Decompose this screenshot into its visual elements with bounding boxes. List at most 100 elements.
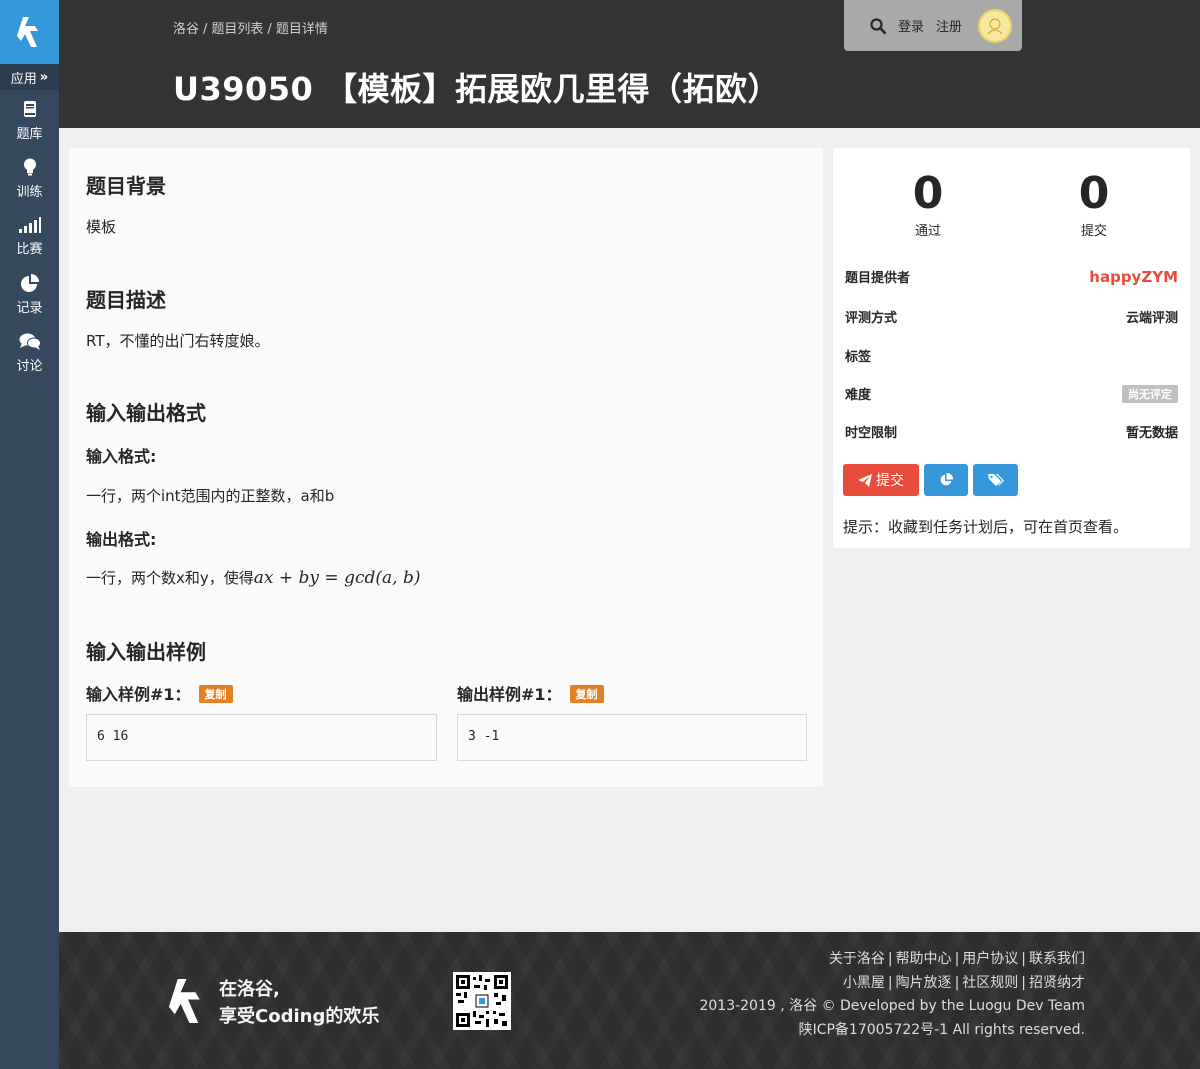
copy-input-button[interactable]: 复制 [198, 685, 233, 703]
output-formula: ax + by = gcd(a, b) [253, 568, 421, 588]
io-format-heading: 输入输出格式 [86, 401, 206, 425]
signal-bars-icon [18, 217, 41, 233]
apps-menu[interactable]: 应用 » [0, 64, 59, 90]
footer-link-agreement[interactable]: 用户协议 [962, 951, 1018, 967]
breadcrumb-problem-list[interactable]: 题目列表 [211, 22, 263, 37]
login-link[interactable]: 登录 [898, 16, 924, 35]
footer-link-rules[interactable]: 社区规则 [962, 975, 1018, 991]
avatar[interactable] [978, 8, 1013, 43]
background-heading: 题目背景 [86, 174, 166, 198]
sidebar-item-discuss[interactable]: 讨论 [0, 324, 59, 382]
footer-copyright: 2013-2019 , 洛谷 © Developed by the Luogu … [699, 998, 1085, 1014]
qr-code [453, 972, 511, 1030]
sidebar-item-problems[interactable]: 题库 [0, 92, 59, 150]
register-link[interactable]: 注册 [936, 16, 962, 35]
page-title: U39050 【模板】拓展欧几里得（拓欧） [173, 70, 780, 108]
input-format-text: 一行，两个int范围内的正整数，a和b [86, 487, 335, 505]
difficulty-badge: 尚无评定 [1122, 384, 1178, 403]
sidebar-item-label: 记录 [16, 301, 43, 316]
footer-links: 关于洛谷 | 帮助中心 | 用户协议 | 联系我们 小黑屋 | 陶片放逐 | 社区规则 | 招贤纳才 2… [699, 948, 1085, 1042]
tags-label: 标签 [845, 350, 872, 365]
footer-link-ostracism[interactable]: 陶片放逐 [896, 975, 952, 991]
luogu-logo-icon [16, 17, 38, 47]
breadcrumb-home[interactable]: 洛谷 [173, 22, 199, 37]
input-sample-heading: 输入样例#1： 复制 [86, 681, 233, 705]
input-sample-box[interactable]: 6 16 [86, 714, 437, 761]
sidebar-item-label: 比赛 [16, 242, 43, 257]
sidebar-item-contests[interactable]: 比赛 [0, 208, 59, 266]
submit-button[interactable]: 提交 [843, 464, 919, 496]
difficulty-label: 难度 [845, 388, 872, 403]
footer-link-about[interactable]: 关于洛谷 [829, 951, 885, 967]
tags-row: 标签 [845, 346, 1178, 365]
footer-links-row-1: 关于洛谷 | 帮助中心 | 用户协议 | 联系我们 [828, 951, 1085, 967]
slogan-line-2: 享受Coding的欢乐 [219, 1006, 380, 1027]
chevron-double-right-icon: » [39, 69, 49, 85]
input-sample-title: 输入样例#1： [86, 685, 191, 704]
provider-link[interactable]: happyZYM [1089, 268, 1178, 286]
sidebar-item-training[interactable]: 训练 [0, 150, 59, 208]
footer-link-contact[interactable]: 联系我们 [1029, 951, 1085, 967]
provider-row: 题目提供者 happyZYM [845, 267, 1178, 287]
tags-button[interactable] [973, 464, 1018, 496]
problem-content-card: 题目背景 模板 题目描述 RT，不懂的出门右转度娘。 输入输出格式 输入格式: … [69, 148, 823, 787]
submit-label: 提交 [876, 473, 904, 489]
sidebar-item-label: 题库 [16, 127, 43, 142]
breadcrumb-problem-detail[interactable]: 题目详情 [276, 22, 328, 37]
apps-label: 应用 [10, 71, 37, 87]
search-icon[interactable] [870, 17, 886, 34]
breadcrumb: 洛谷 / 题目列表 / 题目详情 [173, 22, 328, 37]
submitted-stat: 0 提交 [1034, 168, 1154, 239]
output-format-heading: 输出格式: [86, 530, 157, 549]
difficulty-row: 难度 尚无评定 [845, 384, 1178, 403]
footer-link-jobs[interactable]: 招贤纳才 [1029, 975, 1085, 991]
description-heading: 题目描述 [86, 288, 166, 312]
output-sample-box[interactable]: 3 -1 [457, 714, 807, 761]
footer-slogan: 在洛谷, 享受Coding的欢乐 [219, 976, 379, 1030]
comments-icon [19, 333, 41, 350]
limits-value: 暂无数据 [1125, 426, 1178, 441]
tags-icon [987, 474, 1004, 486]
passed-label: 通过 [914, 224, 941, 239]
paper-plane-icon [858, 473, 872, 487]
output-sample-title: 输出样例#1： [457, 685, 562, 704]
sidebar: 应用 » 题库 训练 比赛 记录 讨论 [0, 0, 59, 1069]
favorite-hint: 提示：收藏到任务计划后，可在首页查看。 [843, 518, 1129, 536]
page-header: 洛谷 / 题目列表 / 题目详情 U39050 【模板】拓展欧几里得（拓欧） 登录 注册 [59, 0, 1200, 128]
judge-value: 云端评测 [1125, 311, 1178, 326]
copy-output-button[interactable]: 复制 [569, 685, 604, 703]
statistics-button[interactable] [924, 464, 968, 496]
luogu-logo-icon [168, 979, 200, 1023]
footer: 在洛谷, 享受Coding的欢乐 关于洛谷 | 帮助中心 | 用户协议 | 联系我们 小黑屋… [59, 932, 1200, 1069]
luogu-logo[interactable] [0, 0, 59, 64]
footer-links-row-2: 小黑屋 | 陶片放逐 | 社区规则 | 招贤纳才 [842, 974, 1085, 991]
limits-row: 时空限制 暂无数据 [845, 422, 1178, 441]
problem-info-card: 0 通过 0 提交 题目提供者 happyZYM 评测方式 云端评测 标签 难度… [833, 148, 1190, 548]
background-text: 模板 [86, 218, 117, 236]
limits-label: 时空限制 [845, 426, 898, 441]
user-area: 登录 注册 [844, 0, 1022, 51]
submitted-label: 提交 [1080, 224, 1107, 239]
provider-label: 题目提供者 [845, 271, 911, 286]
sidebar-item-label: 训练 [16, 185, 43, 200]
judge-label: 评测方式 [845, 311, 898, 326]
avatar-icon [987, 18, 1003, 34]
lightbulb-icon [23, 158, 36, 176]
sidebar-item-label: 讨论 [16, 358, 43, 374]
input-format-heading: 输入格式: [86, 447, 157, 466]
footer-icp: 陕ICP备17005722号-1 All rights reserved. [798, 1021, 1085, 1038]
qr-code-icon [456, 975, 508, 1027]
passed-count: 0 [912, 168, 944, 219]
footer-link-help[interactable]: 帮助中心 [896, 951, 952, 967]
output-sample-heading: 输出样例#1： 复制 [457, 681, 604, 705]
judge-row: 评测方式 云端评测 [845, 307, 1178, 326]
slogan-line-1: 在洛谷, [219, 979, 280, 1000]
sidebar-item-records[interactable]: 记录 [0, 266, 59, 324]
pie-chart-icon [20, 274, 39, 292]
submitted-count: 0 [1078, 168, 1110, 219]
description-text: RT，不懂的出门右转度娘。 [86, 332, 270, 350]
pie-chart-icon [940, 473, 953, 486]
footer-link-blacklist[interactable]: 小黑屋 [843, 975, 885, 991]
passed-stat: 0 通过 [868, 168, 988, 239]
output-format-text-prefix: 一行，两个数x和y，使得 [86, 569, 254, 587]
